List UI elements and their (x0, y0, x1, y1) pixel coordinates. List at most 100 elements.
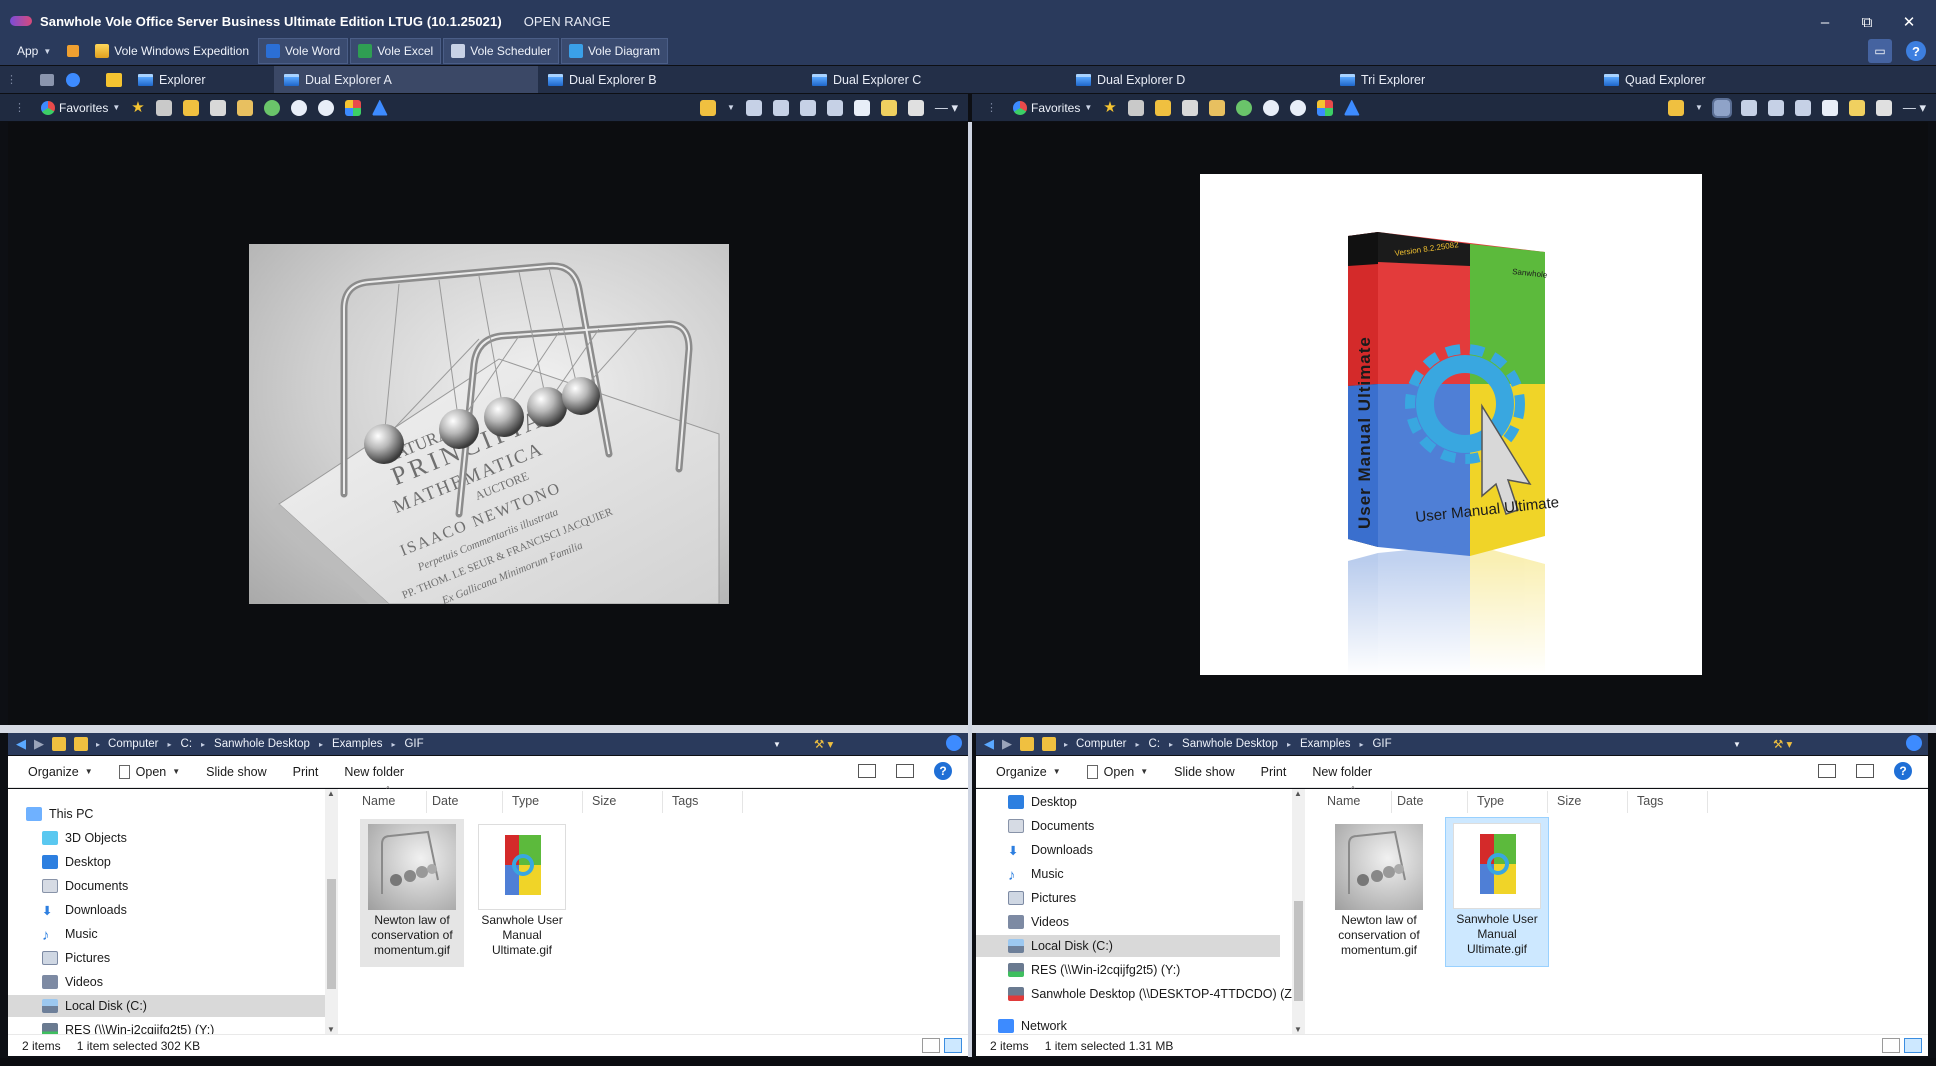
scroll-thumb[interactable] (327, 879, 336, 989)
favorites-dropdown[interactable]: Favorites ▼ (41, 100, 120, 115)
file-item-newton-gif[interactable]: Newton law of conservation of momentum.g… (1327, 819, 1431, 967)
slide-show-button[interactable]: Slide show (206, 765, 266, 779)
more-options-icon[interactable]: — ▾ (935, 100, 958, 116)
app-menu[interactable]: App ▼ (10, 38, 58, 64)
column-name[interactable]: Name (1327, 789, 1360, 813)
address-history-dropdown[interactable]: ▼ (773, 740, 781, 749)
slide-show-button[interactable]: Slide show (1174, 765, 1234, 779)
address-history-dropdown[interactable]: ▼ (1733, 740, 1741, 749)
column-date[interactable]: Date (432, 789, 458, 813)
column-size[interactable]: Size (1557, 789, 1581, 813)
search-icon[interactable] (946, 735, 962, 751)
layout-1-icon[interactable] (745, 99, 762, 116)
up-folder-icon[interactable] (52, 737, 66, 751)
breadcrumb-examples[interactable]: Examples (1300, 738, 1351, 750)
breadcrumb-sanwhole-desktop[interactable]: Sanwhole Desktop (214, 738, 310, 750)
preview-pane-icon[interactable] (896, 764, 914, 778)
tree-item-downloads[interactable]: ⬇ Downloads (1008, 839, 1093, 861)
print-button[interactable]: Print (293, 765, 319, 779)
column-tags[interactable]: Tags (672, 789, 698, 813)
menu-vole-scheduler[interactable]: Vole Scheduler (443, 38, 559, 64)
back-arrow-icon[interactable]: ◀ (16, 736, 26, 752)
tree-item-downloads[interactable]: ⬇ Downloads (42, 899, 127, 921)
refresh-icon[interactable] (263, 99, 280, 116)
minimize-button[interactable]: – (1804, 8, 1846, 36)
column-tags[interactable]: Tags (1637, 789, 1663, 813)
layout-2-icon[interactable] (772, 99, 789, 116)
tab-dual-explorer-c[interactable]: Dual Explorer C (802, 66, 1066, 93)
layout-3-icon[interactable] (799, 99, 816, 116)
play-icon[interactable] (290, 99, 307, 116)
breadcrumb-computer[interactable]: Computer (1076, 738, 1127, 750)
layout-3-icon[interactable] (1767, 99, 1784, 116)
sort-icon[interactable] (1343, 99, 1360, 116)
tab-tri-explorer[interactable]: Tri Explorer (1330, 66, 1594, 93)
sort-icon[interactable] (371, 99, 388, 116)
tab-quad-explorer[interactable]: Quad Explorer (1594, 66, 1794, 93)
tree-item-res-y[interactable]: RES (\\Win-i2cqijfg2t5) (Y:) (1008, 959, 1180, 981)
open-button[interactable]: Open ▼ (1086, 764, 1148, 779)
apps-icon[interactable] (1316, 99, 1333, 116)
help-icon[interactable]: ? (934, 762, 952, 780)
organize-button[interactable]: Organize ▼ (996, 765, 1061, 779)
globe-icon[interactable] (66, 72, 80, 87)
breadcrumb-computer[interactable]: Computer (108, 738, 159, 750)
tab-dual-explorer-a[interactable]: Dual Explorer A (274, 66, 538, 93)
change-view-icon[interactable] (858, 764, 876, 778)
vertical-splitter[interactable] (968, 122, 972, 1057)
tools-icon[interactable]: ⚒ ▾ (1773, 737, 1792, 751)
folder-icon[interactable] (1042, 737, 1056, 751)
menu-vole-windows-expedition[interactable]: Vole Windows Expedition (88, 38, 256, 64)
scroll-up-icon[interactable]: ▲ (1294, 789, 1302, 798)
large-icons-view-icon[interactable] (1904, 1038, 1922, 1053)
breadcrumb-gif[interactable]: GIF (1372, 738, 1391, 750)
tree-item-network[interactable]: Network (998, 1015, 1067, 1034)
tree-item-videos[interactable]: Videos (1008, 911, 1069, 933)
folder-new-icon[interactable] (1667, 99, 1684, 116)
right-horizontal-splitter[interactable] (972, 725, 1936, 733)
tree-item-pictures[interactable]: Pictures (42, 947, 110, 969)
properties-icon[interactable] (1875, 99, 1892, 116)
tree-item-music[interactable]: ♪ Music (1008, 863, 1064, 885)
tab-dual-explorer-b[interactable]: Dual Explorer B (538, 66, 802, 93)
network-icon[interactable] (106, 72, 122, 87)
folder-icon[interactable] (74, 737, 88, 751)
play-icon[interactable] (1262, 99, 1279, 116)
tree-item-local-disk-c[interactable]: Local Disk (C:) (976, 935, 1280, 957)
layout-1-icon[interactable] (1711, 97, 1732, 118)
scroll-up-icon[interactable]: ▲ (327, 789, 335, 798)
tree-item-videos[interactable]: Videos (42, 971, 103, 993)
stop-icon[interactable] (1289, 99, 1306, 116)
folder-new-icon[interactable] (699, 99, 716, 116)
restore-button[interactable]: ⧉ (1846, 8, 1888, 36)
preview-icon[interactable] (1821, 99, 1838, 116)
scroll-down-icon[interactable]: ▼ (327, 1025, 335, 1034)
more-options-icon[interactable]: — ▾ (1903, 100, 1926, 116)
breadcrumb-gif[interactable]: GIF (404, 738, 423, 750)
new-folder-button[interactable]: New folder (344, 765, 404, 779)
lock-icon[interactable] (1127, 99, 1144, 116)
change-view-icon[interactable] (1818, 764, 1836, 778)
close-button[interactable]: ✕ (1888, 8, 1930, 36)
back-arrow-icon[interactable]: ◀ (984, 736, 994, 752)
add-favorite-star-icon[interactable]: ★ (131, 100, 144, 115)
copy-icon[interactable] (1181, 99, 1198, 116)
favorites-dropdown[interactable]: Favorites ▼ (1013, 100, 1092, 115)
forward-arrow-icon[interactable]: ▶ (34, 736, 44, 752)
tree-item-documents[interactable]: Documents (1008, 815, 1094, 837)
new-folder-button[interactable]: New folder (1312, 765, 1372, 779)
file-item-user-manual-gif[interactable]: Sanwhole User Manual Ultimate.gif (1445, 817, 1549, 967)
refresh-icon[interactable] (1235, 99, 1252, 116)
breadcrumb-c-drive[interactable]: C: (1149, 738, 1161, 750)
help-button[interactable]: ? (1906, 41, 1926, 61)
tab-explorer[interactable]: Explorer (128, 66, 274, 93)
layout-2-icon[interactable] (1740, 99, 1757, 116)
properties-icon[interactable] (907, 99, 924, 116)
right-tree-scrollbar[interactable]: ▲ ▼ (1292, 789, 1305, 1034)
print-button[interactable]: Print (1261, 765, 1287, 779)
column-type[interactable]: Type (512, 789, 539, 813)
details-view-icon[interactable] (1882, 1038, 1900, 1053)
details-icon[interactable] (880, 99, 897, 116)
tab-dual-explorer-d[interactable]: Dual Explorer D (1066, 66, 1330, 93)
menu-vole-excel[interactable]: Vole Excel (350, 38, 442, 64)
